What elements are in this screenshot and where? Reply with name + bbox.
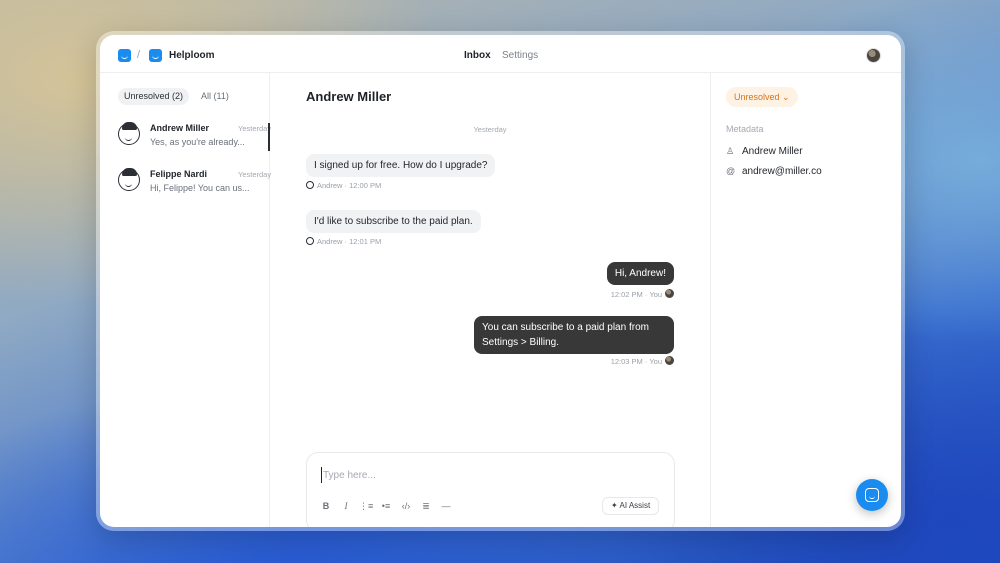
metadata-heading: Metadata	[726, 124, 764, 134]
agent-avatar	[665, 289, 674, 298]
nav-inbox[interactable]: Inbox	[464, 50, 491, 61]
filter-unresolved[interactable]: Unresolved (2)	[118, 88, 190, 105]
sender-avatar	[306, 237, 314, 245]
conversation-time: Yesterday	[238, 170, 272, 179]
app-window: / Helploom Inbox Settings Unresolved (2)…	[100, 35, 901, 527]
date-divider: Yesterday	[473, 125, 507, 134]
italic-icon[interactable]: I	[339, 499, 353, 513]
bullet-list-icon[interactable]: •≡	[379, 499, 393, 513]
message-meta: Andrew · 12:01 PM	[306, 237, 381, 246]
message-meta-text: Andrew · 12:00 PM	[317, 181, 382, 190]
conversation-name: Andrew Miller	[150, 123, 210, 133]
divider-icon[interactable]: —	[439, 499, 453, 513]
message-meta: 12:02 PM · You	[611, 289, 674, 299]
status-label: Unresolved	[734, 92, 780, 102]
person-icon: ♙	[726, 146, 735, 156]
conversation-item[interactable]: Andrew Miller Yesterday Yes, as you're a…	[118, 122, 272, 163]
metadata-name-row: ♙ Andrew Miller	[726, 146, 803, 157]
ai-assist-label: AI Assist	[619, 501, 651, 510]
incoming-message: I signed up for free. How do I upgrade?	[306, 154, 496, 177]
conversation-name: Felippe Nardi	[150, 169, 208, 179]
user-avatar[interactable]	[866, 48, 881, 63]
chat-widget-icon	[865, 488, 879, 502]
conversation-preview: Hi, Felippe! You can us...	[150, 183, 250, 193]
ai-assist-button[interactable]: ✦ AI Assist	[602, 497, 660, 515]
details-panel: Unresolved ⌄ Metadata ♙ Andrew Miller @ an…	[710, 73, 901, 527]
conversation-preview: Yes, as you're already...	[150, 137, 245, 147]
filter-all[interactable]: All (11)	[195, 88, 235, 105]
contact-avatar	[118, 122, 140, 145]
brand-name[interactable]: Helploom	[169, 50, 215, 61]
chat-launcher-button[interactable]	[856, 479, 888, 511]
message-input[interactable]	[321, 467, 621, 483]
chat-logo-icon	[149, 49, 162, 62]
ordered-list-icon[interactable]: ⋮≡	[359, 499, 373, 513]
message-meta-text: 12:02 PM · You	[610, 290, 662, 299]
bold-icon[interactable]: B	[319, 499, 333, 513]
message-meta: 12:03 PM · You	[611, 356, 674, 366]
agent-avatar	[665, 356, 674, 365]
conversation-time: Yesterday	[238, 124, 272, 133]
sender-avatar	[306, 181, 314, 189]
conversation-item[interactable]: Felippe Nardi Yesterday Hi, Felippe! You…	[118, 168, 272, 209]
status-dropdown[interactable]: Unresolved ⌄	[726, 87, 798, 107]
nav-settings[interactable]: Settings	[502, 50, 538, 61]
chat-title: Andrew Miller	[306, 89, 392, 104]
breadcrumb-separator: /	[137, 49, 141, 61]
contact-name: Andrew Miller	[742, 146, 803, 157]
message-composer: B I ⋮≡ •≡ ‹/› ≣ — ✦ AI Assist	[306, 452, 675, 527]
contact-email[interactable]: andrew@miller.co	[742, 166, 822, 177]
home-logo-icon[interactable]	[118, 49, 131, 62]
contact-avatar	[118, 168, 140, 191]
quote-icon[interactable]: ≣	[419, 499, 433, 513]
conversation-sidebar: Unresolved (2) All (11) Andrew Miller Ye…	[100, 73, 272, 527]
outgoing-message: Hi, Andrew!	[606, 262, 674, 285]
chevron-down-icon: ⌄	[782, 92, 790, 102]
chat-panel: Andrew Miller Yesterday I signed up for …	[271, 73, 709, 527]
at-icon: @	[726, 166, 736, 176]
metadata-email-row: @ andrew@miller.co	[726, 166, 822, 177]
top-bar: / Helploom Inbox Settings	[100, 35, 901, 73]
code-icon[interactable]: ‹/›	[399, 499, 413, 513]
incoming-message: I'd like to subscribe to the paid plan.	[306, 210, 481, 233]
message-meta: Andrew · 12:00 PM	[306, 181, 381, 190]
outgoing-message: You can subscribe to a paid plan from Se…	[474, 316, 674, 354]
message-meta-text: 12:03 PM · You	[610, 357, 662, 366]
message-meta-text: Andrew · 12:01 PM	[317, 237, 382, 246]
